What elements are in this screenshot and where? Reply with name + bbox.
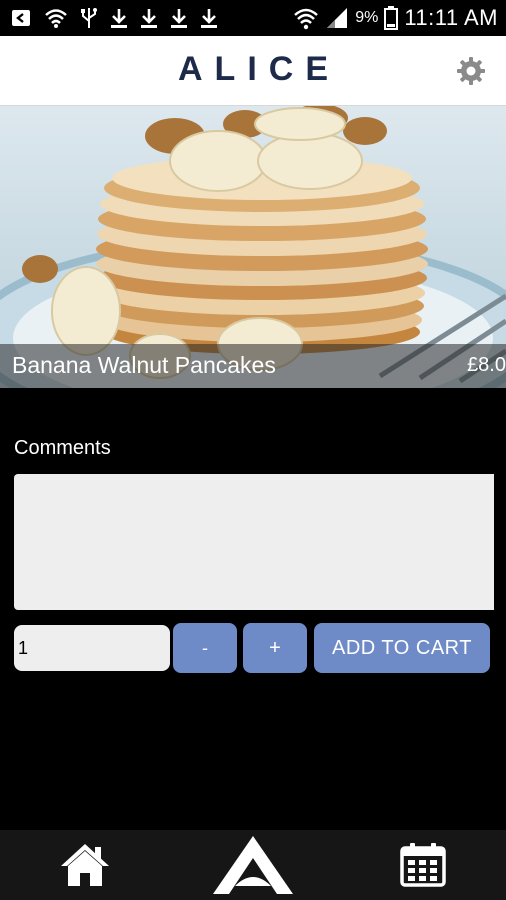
wifi-icon: [294, 8, 319, 30]
battery-percent: 9%: [355, 9, 379, 26]
calendar-icon: [400, 843, 446, 887]
comments-field[interactable]: [14, 474, 494, 610]
download-icon: [201, 9, 217, 28]
download-icon: [171, 9, 187, 28]
download-icon: [141, 9, 157, 28]
alice-logo-icon: [213, 836, 293, 894]
nav-calendar[interactable]: [388, 830, 458, 900]
home-icon: [61, 844, 109, 886]
increase-quantity-button[interactable]: +: [243, 623, 307, 673]
signal-icon: [327, 8, 348, 28]
add-to-cart-button[interactable]: ADD TO CART: [314, 623, 490, 673]
app-header: ALICE: [0, 36, 506, 106]
product-title: Banana Walnut Pancakes: [12, 352, 276, 378]
battery-icon: [384, 6, 399, 30]
back-arrow-icon: [12, 10, 30, 26]
product-image: Banana Walnut Pancakes £8.0: [0, 106, 506, 388]
product-caption: Banana Walnut Pancakes £8.0: [0, 344, 506, 388]
decrease-quantity-button[interactable]: -: [173, 623, 237, 673]
clock: 11:11 AM: [404, 5, 498, 30]
gear-icon[interactable]: [456, 56, 486, 86]
app-logo: ALICE: [178, 50, 340, 88]
nav-alice[interactable]: [203, 830, 303, 900]
nav-home[interactable]: [50, 830, 120, 900]
wifi-icon: [45, 9, 67, 28]
status-bar: 9% 11:11 AM: [0, 0, 506, 36]
product-price: £8.0: [467, 354, 506, 376]
quantity-input[interactable]: [14, 625, 170, 671]
usb-icon: [81, 8, 97, 28]
comments-label: Comments: [14, 437, 111, 459]
download-icon: [111, 9, 127, 28]
bottom-nav: [0, 830, 506, 900]
